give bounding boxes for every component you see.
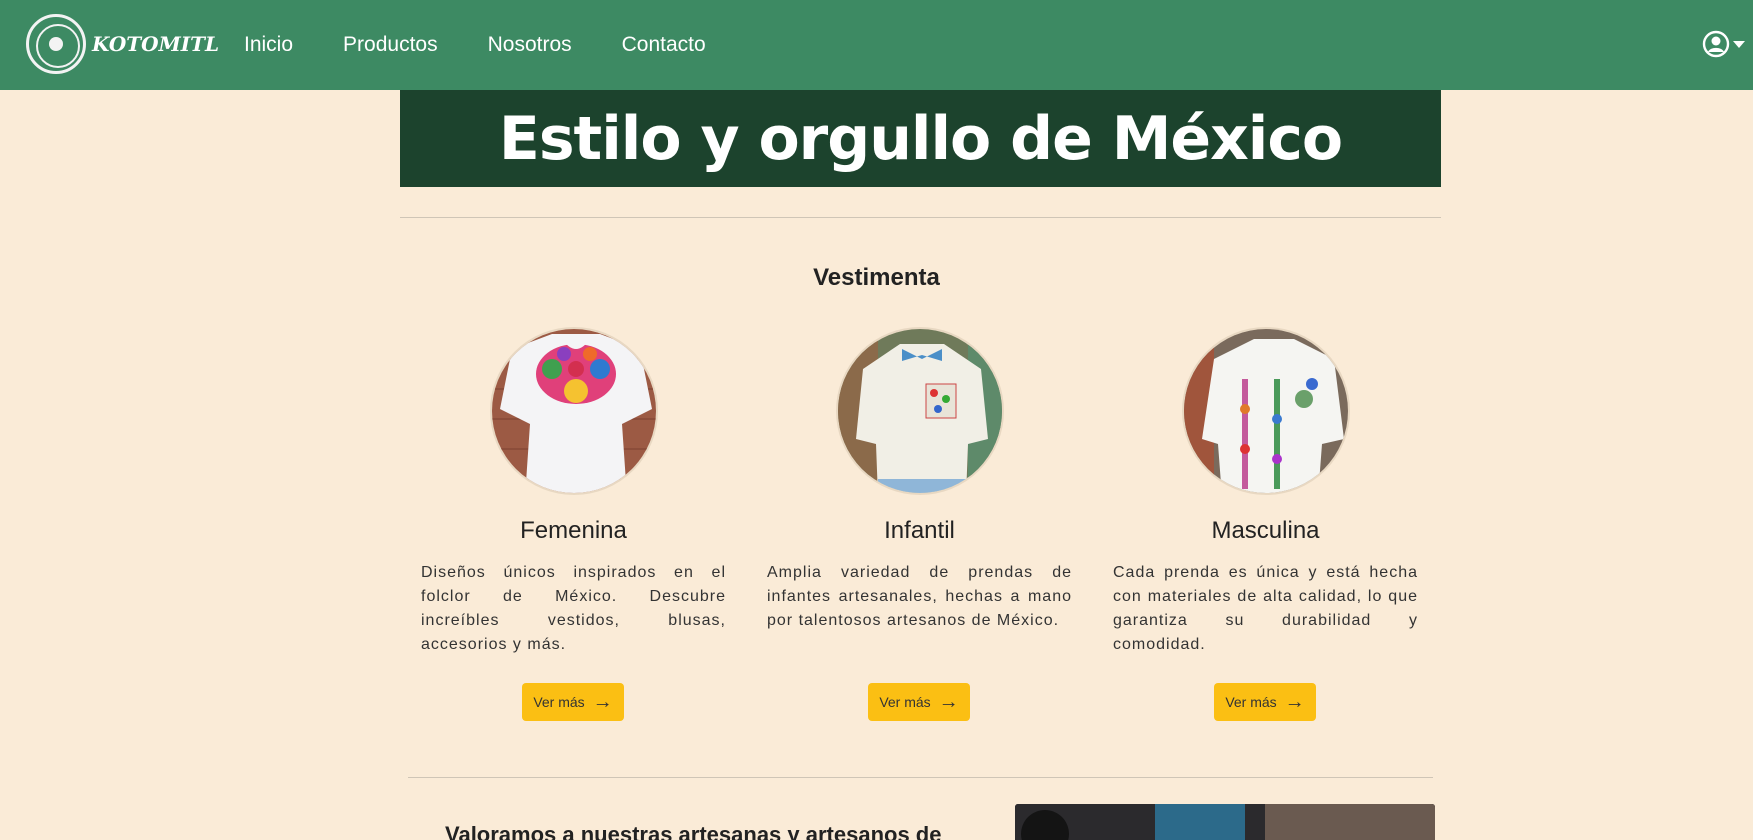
- card-infantil: Infantil Amplia variedad de prendas de i…: [767, 327, 1072, 721]
- hero-banner: Estilo y orgullo de México: [400, 90, 1441, 187]
- card-image-femenina: [489, 327, 658, 495]
- arrow-right-icon: →: [938, 691, 959, 713]
- ver-mas-button-femenina[interactable]: Ver más →: [522, 683, 624, 721]
- user-menu[interactable]: [1702, 30, 1745, 58]
- arrow-right-icon: →: [1284, 691, 1305, 713]
- button-label: Ver más: [1225, 694, 1277, 710]
- artisans-heading: Valoramos a nuestras artesanas y artesan…: [445, 822, 942, 840]
- brand-name: KOTOMITL: [92, 32, 220, 56]
- nav-link-inicio[interactable]: Inicio: [244, 33, 293, 57]
- logo-icon: [26, 14, 86, 74]
- nav-link-nosotros[interactable]: Nosotros: [488, 33, 572, 57]
- divider-bottom: [408, 777, 1433, 778]
- card-femenina: Femenina Diseños únicos inspirados en el…: [421, 327, 726, 721]
- card-image-infantil: [835, 327, 1004, 495]
- artisans-photo: [1015, 804, 1435, 840]
- navbar: KOTOMITL Inicio Productos Nosotros Conta…: [0, 0, 1753, 90]
- button-label: Ver más: [533, 694, 585, 710]
- ver-mas-button-infantil[interactable]: Ver más →: [868, 683, 970, 721]
- nav-links: Inicio Productos Nosotros Contacto: [244, 0, 756, 90]
- card-title: Infantil: [884, 517, 955, 544]
- ver-mas-button-masculina[interactable]: Ver más →: [1214, 683, 1316, 721]
- divider-top: [400, 217, 1441, 218]
- card-title: Femenina: [520, 517, 627, 544]
- caret-down-icon[interactable]: [1733, 40, 1745, 48]
- nav-link-contacto[interactable]: Contacto: [622, 33, 706, 57]
- button-label: Ver más: [879, 694, 931, 710]
- card-text: Cada prenda es única y está hecha con ma…: [1113, 564, 1418, 653]
- section-title: Vestimenta: [813, 264, 940, 291]
- card-title: Masculina: [1211, 517, 1320, 544]
- arrow-right-icon: →: [592, 691, 613, 713]
- nav-link-productos[interactable]: Productos: [343, 33, 438, 57]
- card-masculina: Masculina Cada prenda es única y está he…: [1113, 327, 1418, 721]
- card-text: Diseños únicos inspirados en el folclor …: [421, 564, 726, 653]
- card-image-masculina: [1181, 327, 1350, 495]
- brand-logo[interactable]: KOTOMITL: [26, 14, 219, 74]
- user-circle-icon[interactable]: [1702, 30, 1730, 58]
- card-text: Amplia variedad de prendas de infantes a…: [767, 564, 1072, 629]
- hero-title: Estilo y orgullo de México: [498, 103, 1343, 174]
